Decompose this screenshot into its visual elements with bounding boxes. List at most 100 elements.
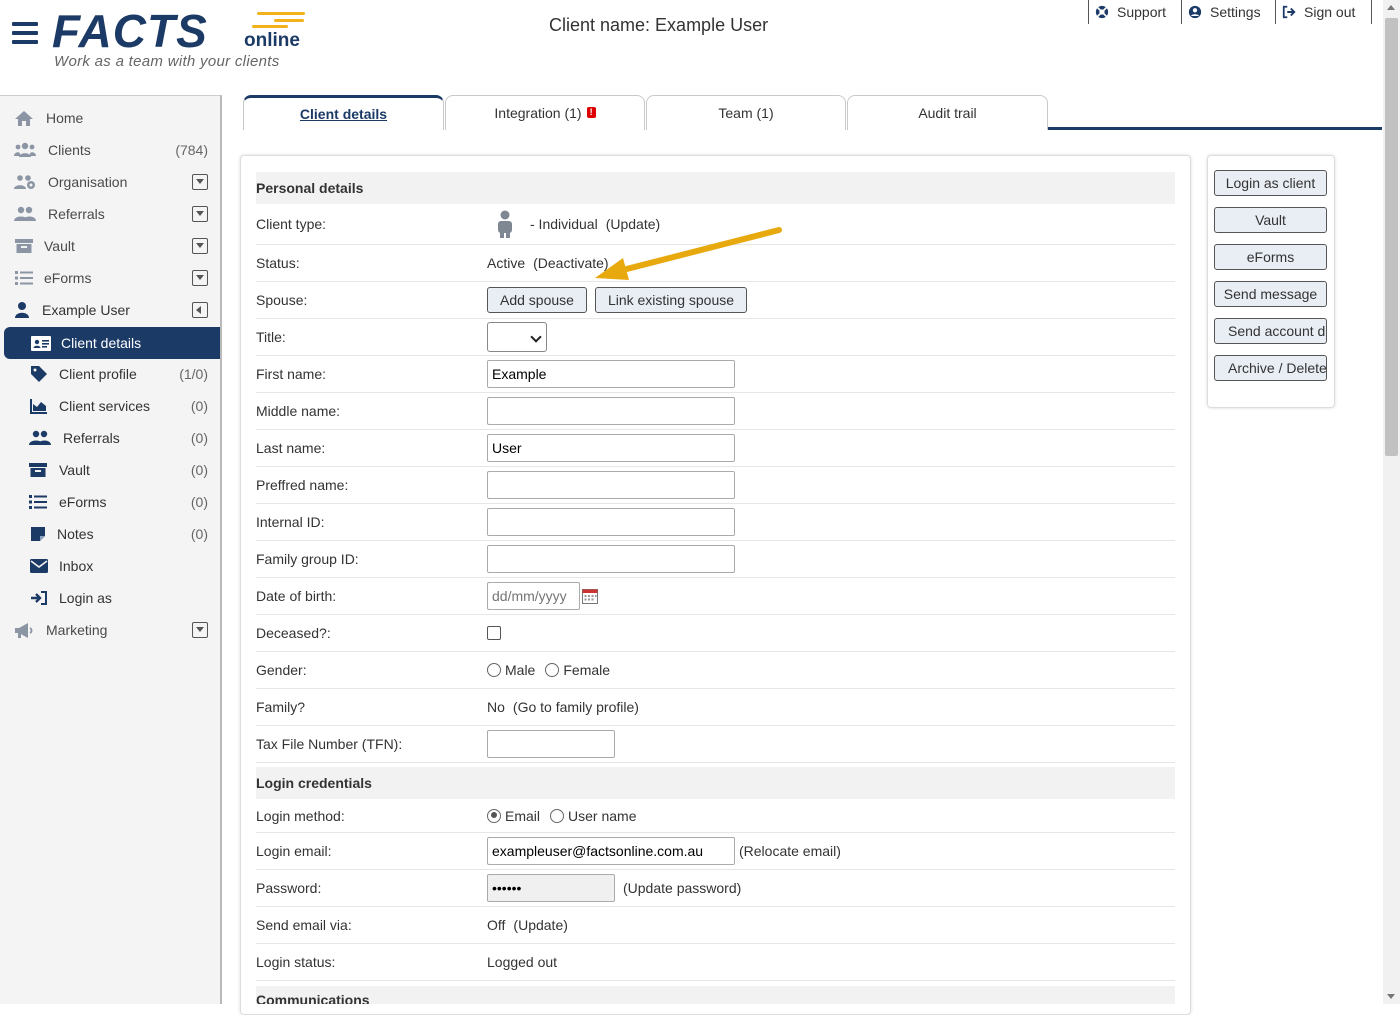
send-account-details-button[interactable]: Send account d bbox=[1214, 318, 1327, 344]
send-message-button[interactable]: Send message bbox=[1214, 281, 1327, 307]
chevron-down-icon[interactable] bbox=[192, 238, 208, 254]
field-label: Password: bbox=[256, 880, 322, 896]
gender-female-label: Female bbox=[563, 662, 611, 678]
field-label: Login method: bbox=[256, 807, 345, 824]
login-method-email-radio[interactable] bbox=[487, 808, 501, 823]
gender-male-label: Male bbox=[505, 662, 536, 678]
sidebar-item-client-profile[interactable]: Client profile (1/0) bbox=[0, 358, 220, 390]
clients-count: (784) bbox=[175, 142, 208, 158]
scroll-down-arrow-icon[interactable] bbox=[1387, 994, 1395, 999]
sidebar-item-example-user[interactable]: Example User bbox=[0, 294, 220, 326]
first-name-input[interactable] bbox=[487, 360, 735, 388]
topnav-divider bbox=[1371, 0, 1372, 24]
sidebar-item-client-eforms[interactable]: eForms (0) bbox=[0, 486, 220, 518]
last-name-input[interactable] bbox=[487, 434, 735, 462]
tab-audit-trail[interactable]: Audit trail bbox=[847, 95, 1048, 130]
sidebar-item-referrals[interactable]: Referrals bbox=[0, 198, 220, 230]
tab-integration[interactable]: Integration (1) ! bbox=[445, 95, 645, 130]
individual-person-icon bbox=[498, 210, 512, 238]
login-method-username-radio[interactable] bbox=[550, 808, 565, 823]
gender-male-radio[interactable] bbox=[487, 663, 501, 677]
link-existing-spouse-button[interactable]: Link existing spouse bbox=[594, 287, 748, 313]
relocate-email-link[interactable]: (Relocate email) bbox=[739, 843, 841, 859]
list-icon bbox=[27, 493, 49, 511]
facts-online-logo[interactable]: FACTS online Work as a team with your cl… bbox=[52, 8, 312, 74]
client-eforms-count: (0) bbox=[190, 494, 208, 510]
sidebar-item-client-details[interactable]: Client details bbox=[4, 327, 220, 359]
field-label: Internal ID: bbox=[256, 514, 325, 530]
sidebar-item-label: Referrals bbox=[63, 430, 120, 446]
row-first-name: First name: bbox=[256, 356, 1175, 393]
tag-icon bbox=[28, 365, 50, 383]
lifebuoy-icon bbox=[1095, 5, 1109, 19]
scroll-up-arrow-icon[interactable] bbox=[1387, 5, 1395, 10]
logo-online-text: online bbox=[244, 30, 300, 51]
row-tfn: Tax File Number (TFN): bbox=[256, 726, 1175, 763]
annotation-arrow-icon bbox=[595, 227, 782, 280]
sidebar-item-label: Client services bbox=[59, 398, 151, 414]
sidebar-item-client-vault[interactable]: Vault (0) bbox=[0, 454, 220, 486]
sidebar-item-notes[interactable]: Notes (0) bbox=[0, 518, 220, 550]
row-login-method: Login method: Email User name bbox=[256, 799, 1175, 833]
hamburger-menu-icon[interactable] bbox=[12, 22, 38, 44]
archive-delete-button[interactable]: Archive / Delete bbox=[1214, 355, 1327, 381]
section-heading: Communications bbox=[256, 992, 370, 1004]
sidebar-item-inbox[interactable]: Inbox bbox=[0, 550, 220, 582]
row-internal-id: Internal ID: bbox=[256, 504, 1175, 541]
chevron-left-icon[interactable] bbox=[192, 302, 208, 318]
sidebar-item-eforms[interactable]: eForms bbox=[0, 262, 220, 294]
sidebar-item-label: Vault bbox=[44, 238, 75, 254]
sidebar-item-vault[interactable]: Vault bbox=[0, 230, 220, 262]
chevron-down-icon[interactable] bbox=[192, 270, 208, 286]
chevron-down-icon[interactable] bbox=[192, 622, 208, 638]
field-label: Date of birth: bbox=[256, 588, 337, 604]
sidebar-item-client-referrals[interactable]: Referrals (0) bbox=[0, 422, 220, 454]
update-send-email-link[interactable]: (Update) bbox=[513, 917, 567, 933]
sidebar-item-home[interactable]: Home bbox=[0, 102, 220, 134]
date-of-birth-input[interactable] bbox=[487, 582, 580, 610]
sidebar-item-login-as[interactable]: Login as bbox=[0, 582, 220, 614]
support-link[interactable]: Support bbox=[1088, 0, 1166, 24]
sidebar-item-label: Example User bbox=[42, 302, 130, 318]
sidebar-item-organisation[interactable]: Organisation bbox=[0, 166, 220, 198]
middle-name-input[interactable] bbox=[487, 397, 735, 425]
password-input[interactable] bbox=[487, 874, 615, 902]
tab-underline bbox=[1048, 127, 1382, 130]
deceased-checkbox[interactable] bbox=[487, 626, 501, 640]
login-email-input[interactable] bbox=[487, 837, 735, 865]
section-heading: Personal details bbox=[256, 180, 364, 196]
family-group-id-input[interactable] bbox=[487, 545, 735, 573]
vault-button[interactable]: Vault bbox=[1214, 207, 1327, 233]
tab-team[interactable]: Team (1) bbox=[646, 95, 846, 130]
chevron-down-icon[interactable] bbox=[192, 174, 208, 190]
settings-link[interactable]: Settings bbox=[1181, 0, 1261, 24]
sign-out-link[interactable]: Sign out bbox=[1275, 0, 1355, 24]
field-label: Login status: bbox=[256, 954, 336, 970]
tab-label: Team (1) bbox=[718, 105, 774, 121]
internal-id-input[interactable] bbox=[487, 508, 735, 536]
add-spouse-button[interactable]: Add spouse bbox=[487, 287, 587, 313]
sidebar-item-clients[interactable]: Clients (784) bbox=[0, 134, 220, 166]
update-password-link[interactable]: (Update password) bbox=[623, 880, 741, 896]
sidebar-item-label: Marketing bbox=[46, 622, 108, 638]
tfn-input[interactable] bbox=[487, 730, 615, 758]
eforms-button[interactable]: eForms bbox=[1214, 244, 1327, 270]
go-to-family-profile-link[interactable]: (Go to family profile) bbox=[513, 699, 639, 715]
chevron-down-icon[interactable] bbox=[192, 206, 208, 222]
calendar-icon[interactable] bbox=[582, 588, 598, 604]
row-password: Password: (Update password) bbox=[256, 870, 1175, 907]
id-card-icon bbox=[30, 334, 52, 352]
login-as-client-button[interactable]: Login as client bbox=[1214, 170, 1327, 196]
send-email-via-value: Off bbox=[487, 917, 506, 933]
preferred-name-input[interactable] bbox=[487, 471, 735, 499]
tab-client-details[interactable]: Client details bbox=[243, 95, 444, 130]
organisation-icon bbox=[14, 173, 36, 191]
sidebar-item-marketing[interactable]: Marketing bbox=[0, 614, 220, 646]
title-select[interactable] bbox=[487, 322, 547, 352]
gender-female-radio[interactable] bbox=[545, 663, 560, 677]
sidebar-item-label: Client details bbox=[61, 335, 142, 351]
field-label: Middle name: bbox=[256, 403, 341, 419]
sidebar-item-client-services[interactable]: Client services (0) bbox=[0, 390, 220, 422]
scrollbar-thumb[interactable] bbox=[1385, 18, 1398, 456]
row-family-group-id: Family group ID: bbox=[256, 541, 1175, 578]
